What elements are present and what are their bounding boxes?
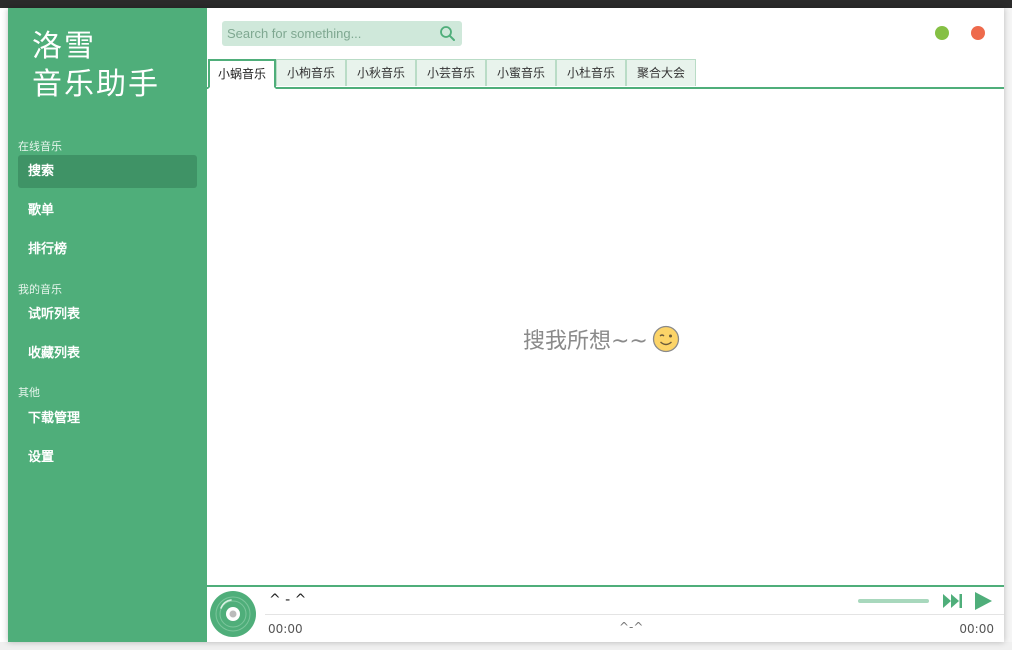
- logo-line-2: 音乐助手: [32, 67, 160, 102]
- music-disc-icon[interactable]: [209, 590, 257, 638]
- background-bottom-edge: [0, 642, 1012, 650]
- sidebar-section-my-music: 我的音乐: [18, 283, 62, 296]
- close-button[interactable]: [971, 26, 985, 40]
- sidebar-section-other: 其他: [18, 386, 40, 399]
- tab-source-6[interactable]: 小杜音乐: [556, 59, 626, 86]
- next-track-icon[interactable]: [943, 593, 963, 609]
- logo-line-1: 洛雪: [32, 29, 96, 64]
- play-icon[interactable]: [973, 591, 993, 611]
- sidebar-item-search[interactable]: 搜索: [18, 155, 197, 188]
- empty-search-message: 搜我所想~~: [523, 324, 680, 354]
- source-tabs: 小蜗音乐 小枸音乐 小秋音乐 小芸音乐 小蜜音乐 小杜音乐 聚合大会: [207, 59, 1004, 89]
- volume-slider[interactable]: [858, 599, 929, 603]
- tab-source-3[interactable]: 小秋音乐: [346, 59, 416, 86]
- app-window: 洛雪 音乐助手 在线音乐 搜索 歌单 排行榜 我的音乐 试听列表 收藏列表 其他…: [8, 8, 1004, 642]
- wink-emoji-icon: [652, 325, 680, 353]
- app-logo: 洛雪 音乐助手: [32, 28, 160, 104]
- tab-source-aggregate[interactable]: 聚合大会: [626, 59, 696, 86]
- song-title: ^ - ^: [269, 592, 307, 608]
- player-bar: ^ - ^ 00:00 ^-^ 00:00: [207, 585, 1004, 642]
- tab-source-2[interactable]: 小枸音乐: [276, 59, 346, 86]
- main-panel: 小蜗音乐 小枸音乐 小秋音乐 小芸音乐 小蜜音乐 小杜音乐 聚合大会 搜我所想~…: [207, 8, 1004, 642]
- search-box[interactable]: [222, 21, 462, 46]
- total-time: 00:00: [959, 622, 994, 636]
- search-icon[interactable]: [439, 25, 456, 42]
- sidebar-item-playlist[interactable]: 歌单: [18, 194, 197, 227]
- sidebar-item-settings[interactable]: 设置: [18, 441, 197, 474]
- sidebar: 洛雪 音乐助手 在线音乐 搜索 歌单 排行榜 我的音乐 试听列表 收藏列表 其他…: [8, 8, 207, 642]
- background-window-edge: [1003, 8, 1012, 650]
- sidebar-item-trial-list[interactable]: 试听列表: [18, 298, 197, 331]
- tab-source-5[interactable]: 小蜜音乐: [486, 59, 556, 86]
- background-editor: [0, 8, 8, 650]
- empty-message-text: 搜我所想~~: [523, 329, 648, 354]
- sidebar-item-downloads[interactable]: 下载管理: [18, 402, 197, 435]
- progress-bar[interactable]: [265, 614, 1004, 615]
- desktop-taskbar: [0, 0, 1012, 8]
- sidebar-item-favorites[interactable]: 收藏列表: [18, 337, 197, 370]
- tab-source-1[interactable]: 小蜗音乐: [208, 59, 276, 89]
- tab-source-4[interactable]: 小芸音乐: [416, 59, 486, 86]
- current-time: 00:00: [268, 622, 303, 636]
- minimize-button[interactable]: [935, 26, 949, 40]
- sidebar-section-online-music: 在线音乐: [18, 140, 62, 153]
- search-input[interactable]: [227, 21, 432, 46]
- sidebar-item-leaderboard[interactable]: 排行榜: [18, 233, 197, 266]
- status-text: ^-^: [619, 620, 644, 634]
